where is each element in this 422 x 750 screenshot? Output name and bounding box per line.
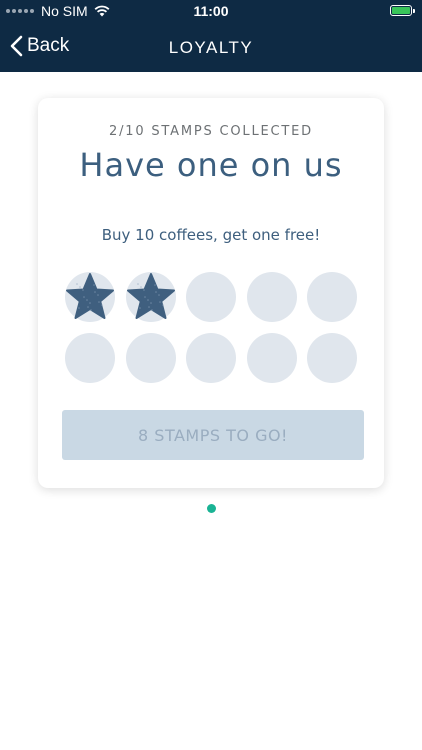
battery-icon [390, 5, 415, 16]
stamp-grid [65, 272, 360, 383]
page-title: LOYALTY [168, 38, 254, 57]
stamp-empty [307, 332, 357, 383]
stamp-empty [246, 332, 297, 383]
card-subtitle: Buy 10 coffees, get one free! [101, 226, 321, 244]
stamps-progress-label: 2/10 STAMPS COLLECTED [109, 124, 313, 139]
stamp-empty [125, 332, 176, 383]
stamp-empty [307, 272, 357, 322]
star-stamp-icon [126, 273, 175, 319]
stamp-empty [186, 332, 236, 383]
stamp-collected [65, 272, 115, 322]
page-indicator-dot [207, 504, 216, 513]
star-stamp-icon [66, 273, 114, 319]
loyalty-card: 2/10 STAMPS COLLECTED Have one on us Buy… [38, 98, 384, 488]
top-bar: No SIM 11:00 Back LOYALTY [0, 0, 422, 72]
status-bar: No SIM 11:00 [0, 0, 422, 22]
stamp-empty [186, 272, 236, 322]
card-headline: Have one on us [79, 146, 343, 184]
stamps-to-go-button[interactable]: 8 STAMPS TO GO! [62, 410, 364, 460]
stamp-empty [65, 332, 115, 383]
clock: 11:00 [193, 3, 229, 19]
stamp-empty [246, 272, 297, 322]
stamp-collected [125, 272, 176, 322]
